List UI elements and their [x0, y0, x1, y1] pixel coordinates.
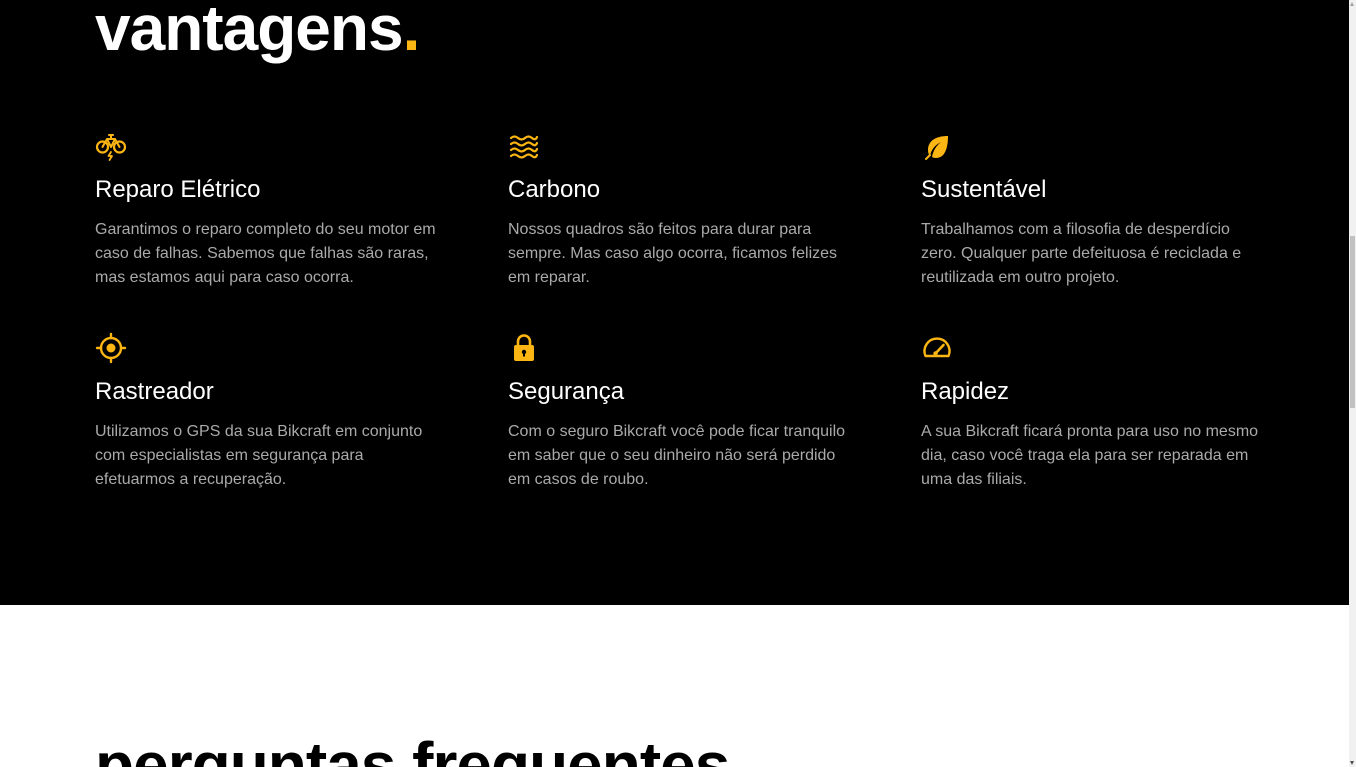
vantagem-item-seguranca: Segurança Com o seguro Bikcraft você pod…	[508, 332, 848, 492]
vantagem-item-carbono: Carbono Nossos quadros são feitos para d…	[508, 130, 848, 290]
vantagem-text: Garantimos o reparo completo do seu moto…	[95, 221, 436, 286]
title-accent-dot: .	[402, 0, 421, 64]
vantagem-title: Rapidez	[921, 378, 1010, 405]
speedometer-icon	[921, 332, 953, 364]
vantagem-item-rapidez: Rapidez A sua Bikcraft ficará pronta par…	[921, 332, 1261, 492]
vantagem-title: Carbono	[508, 176, 601, 203]
vantagem-text: A sua Bikcraft ficará pronta para uso no…	[921, 423, 1259, 488]
leaf-icon	[921, 130, 953, 162]
vantagens-grid: Reparo Elétrico Garantimos o reparo comp…	[95, 130, 1258, 492]
vantagem-title: Rastreador	[95, 378, 214, 405]
vantagem-text: Trabalhamos com a filosofia de desperdíc…	[921, 221, 1242, 286]
scroll-down-arrow-icon[interactable]	[1350, 761, 1354, 765]
vantagem-item-reparo-eletrico: Reparo Elétrico Garantimos o reparo comp…	[95, 130, 436, 290]
vantagem-title: Reparo Elétrico	[95, 176, 261, 203]
vertical-scrollbar[interactable]	[1349, 0, 1356, 767]
page: vantagens. Reparo Elétrico Garantimos o …	[0, 0, 1349, 767]
vantagens-title-text: vantagens	[95, 0, 404, 64]
vantagem-text: Utilizamos o GPS da sua Bikcraft em conj…	[95, 423, 423, 488]
vantagens-title: vantagens.	[95, 0, 421, 68]
vantagem-title: Sustentável	[921, 176, 1047, 203]
padlock-icon	[508, 332, 540, 364]
waves-icon	[508, 130, 540, 162]
vantagens-section: vantagens. Reparo Elétrico Garantimos o …	[0, 0, 1349, 605]
electric-bike-icon	[95, 130, 127, 162]
vantagem-text: Nossos quadros são feitos para durar par…	[508, 221, 838, 286]
vantagem-item-sustentavel: Sustentável Trabalhamos com a filosofia …	[921, 130, 1261, 290]
perguntas-title: perguntas frequentes	[95, 729, 730, 767]
vantagem-title: Segurança	[508, 378, 625, 405]
gps-target-icon	[95, 332, 127, 364]
scroll-up-arrow-icon[interactable]	[1350, 2, 1354, 6]
scrollbar-thumb[interactable]	[1350, 236, 1355, 408]
vantagem-text: Com o seguro Bikcraft você pode ficar tr…	[508, 423, 846, 488]
vantagem-item-rastreador: Rastreador Utilizamos o GPS da sua Bikcr…	[95, 332, 435, 492]
